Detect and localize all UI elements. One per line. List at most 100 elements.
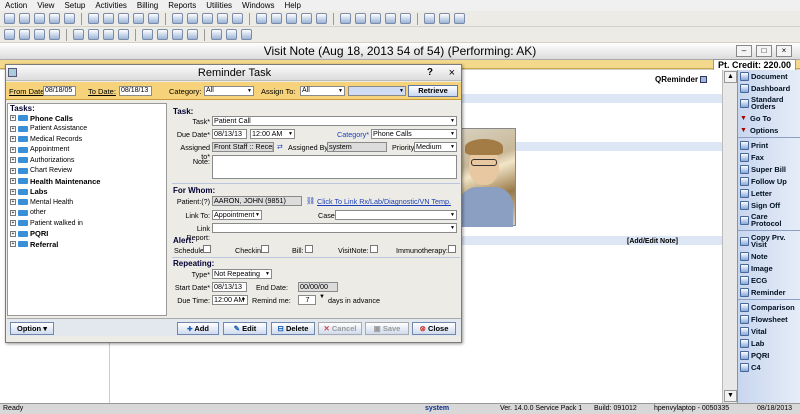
expand-icon[interactable]: + <box>10 220 16 227</box>
scroll-up-icon[interactable]: ▲ <box>724 71 737 83</box>
expand-icon[interactable]: + <box>10 199 16 206</box>
option-button[interactable]: Option ▾ <box>10 322 54 335</box>
qreminder-toggle[interactable]: QReminder <box>655 75 708 84</box>
start-date-input[interactable]: 08/13/13 <box>212 282 247 292</box>
expand-icon[interactable]: + <box>10 167 16 174</box>
expand-icon[interactable]: + <box>10 230 16 237</box>
close-icon[interactable] <box>241 29 252 40</box>
sidebar-item-vital[interactable]: Vital <box>738 325 800 337</box>
sidebar-item-pqri[interactable]: PQRI <box>738 349 800 361</box>
lock-icon[interactable] <box>385 13 396 24</box>
expand-icon[interactable]: + <box>10 188 16 195</box>
print-preview-icon[interactable] <box>19 13 30 24</box>
repeat-due-time-select[interactable]: 12:00 AM <box>212 295 248 305</box>
users-icon[interactable] <box>133 13 144 24</box>
note-textarea[interactable] <box>212 155 457 179</box>
image-icon[interactable] <box>118 29 129 40</box>
visit-note-scrollbar[interactable]: ▲ ▼ <box>722 70 737 403</box>
patient-input[interactable]: AARON, JOHN (9851) <box>212 196 302 206</box>
expand-icon[interactable]: + <box>10 146 16 153</box>
sidebar-item-go-to[interactable]: ▼ Go To <box>738 112 800 124</box>
expand-icon[interactable]: + <box>10 241 16 248</box>
document-icon[interactable] <box>355 13 366 24</box>
menu-billing[interactable]: Billing <box>132 0 163 11</box>
chart-icon[interactable] <box>142 29 153 40</box>
key-icon[interactable] <box>454 13 465 24</box>
reports-icon[interactable] <box>202 13 213 24</box>
fax-icon[interactable] <box>217 13 228 24</box>
assign-lookup-icon[interactable]: ⇄ <box>277 142 283 151</box>
expand-icon[interactable]: + <box>10 136 16 143</box>
home-icon[interactable] <box>88 29 99 40</box>
sidebar-item-copy-prv-visit[interactable]: Copy Prv. Visit <box>738 232 800 250</box>
send-icon[interactable] <box>187 29 198 40</box>
task-tree-item[interactable]: + Authorizations <box>8 155 166 166</box>
menu-activities[interactable]: Activities <box>90 0 132 11</box>
claims-icon[interactable] <box>187 13 198 24</box>
task-tree-item[interactable]: + Referral <box>8 239 166 250</box>
visitnote-checkbox[interactable] <box>370 245 378 253</box>
mail-icon[interactable] <box>232 13 243 24</box>
tools-icon[interactable] <box>424 13 435 24</box>
calendar-icon[interactable] <box>49 29 60 40</box>
remind-days-input[interactable]: 7 <box>298 295 316 305</box>
calendar-icon[interactable] <box>103 13 114 24</box>
pen-icon[interactable] <box>34 29 45 40</box>
due-time-select[interactable]: 12:00 AM <box>250 129 295 139</box>
task-tree-item[interactable]: + other <box>8 208 166 219</box>
scroll-down-icon[interactable]: ▼ <box>724 390 737 402</box>
patient-icon[interactable] <box>103 29 114 40</box>
task-tree-item[interactable]: + Chart Review <box>8 166 166 177</box>
sidebar-item-flowsheet[interactable]: Flowsheet <box>738 313 800 325</box>
sidebar-item-print[interactable]: Print <box>738 139 800 151</box>
task-tree-item[interactable]: + Labs <box>8 187 166 198</box>
sidebar-item-sign-off[interactable]: Sign Off <box>738 199 800 211</box>
expand-icon[interactable]: + <box>10 178 16 185</box>
to-date-input[interactable]: 08/18/13 <box>119 86 152 96</box>
sidebar-item-super-bill[interactable]: Super Bill <box>738 163 800 175</box>
settings-icon[interactable] <box>370 13 381 24</box>
task-tree-item[interactable]: + Patient Assistance <box>8 124 166 135</box>
assign-to-filter-select[interactable]: All <box>300 86 345 96</box>
sidebar-item-options[interactable]: ▼ Options <box>738 124 800 136</box>
list-icon[interactable] <box>226 29 237 40</box>
cancel-button[interactable]: ✕ Cancel <box>318 322 362 335</box>
user-icon[interactable] <box>439 13 450 24</box>
task-select[interactable]: Patient Call <box>212 116 457 126</box>
sidebar-item-comparison[interactable]: Comparison <box>738 301 800 313</box>
add-edit-note-link[interactable]: [Add/Edit Note] <box>627 238 678 245</box>
task-tree-item[interactable]: + Patient walked in <box>8 218 166 229</box>
menu-windows[interactable]: Windows <box>237 0 279 11</box>
image-icon[interactable] <box>301 13 312 24</box>
patient-icon[interactable] <box>118 13 129 24</box>
settings-icon[interactable] <box>211 29 222 40</box>
case-select[interactable] <box>335 210 457 220</box>
category-filter-select[interactable]: All <box>204 86 254 96</box>
remind-days-spinner[interactable]: ▼ <box>319 294 325 300</box>
link-icon[interactable]: ⛓ <box>306 196 315 205</box>
sidebar-item-reminder[interactable]: Reminder <box>738 286 800 298</box>
close-button[interactable]: × <box>776 45 792 57</box>
lab-icon[interactable] <box>271 13 282 24</box>
menu-utilities[interactable]: Utilities <box>201 0 237 11</box>
chart-icon[interactable] <box>340 13 351 24</box>
sidebar-item-c4[interactable]: C4 <box>738 361 800 373</box>
note-icon[interactable] <box>19 29 30 40</box>
refresh-icon[interactable] <box>73 29 84 40</box>
delete-button[interactable]: ⊟ Delete <box>271 322 315 335</box>
from-date-input[interactable]: 08/18/05 <box>43 86 76 96</box>
sidebar-item-letter[interactable]: Letter <box>738 187 800 199</box>
expand-icon[interactable]: + <box>10 209 16 216</box>
find-icon[interactable] <box>64 13 75 24</box>
edit-icon[interactable] <box>256 13 267 24</box>
sidebar-item-lab[interactable]: Lab <box>738 337 800 349</box>
sidebar-item-ecg[interactable]: ECG <box>738 274 800 286</box>
sidebar-item-document[interactable]: Document <box>738 70 800 82</box>
menu-view[interactable]: View <box>32 0 59 11</box>
task-tree-item[interactable]: + Medical Records <box>8 134 166 145</box>
expand-icon[interactable]: + <box>10 157 16 164</box>
assigned-to-input[interactable]: Front Staff :: Recept <box>212 142 274 152</box>
priority-select[interactable]: Medium <box>414 142 457 152</box>
sidebar-item-note[interactable]: Note <box>738 250 800 262</box>
checkin-checkbox[interactable] <box>261 245 269 253</box>
